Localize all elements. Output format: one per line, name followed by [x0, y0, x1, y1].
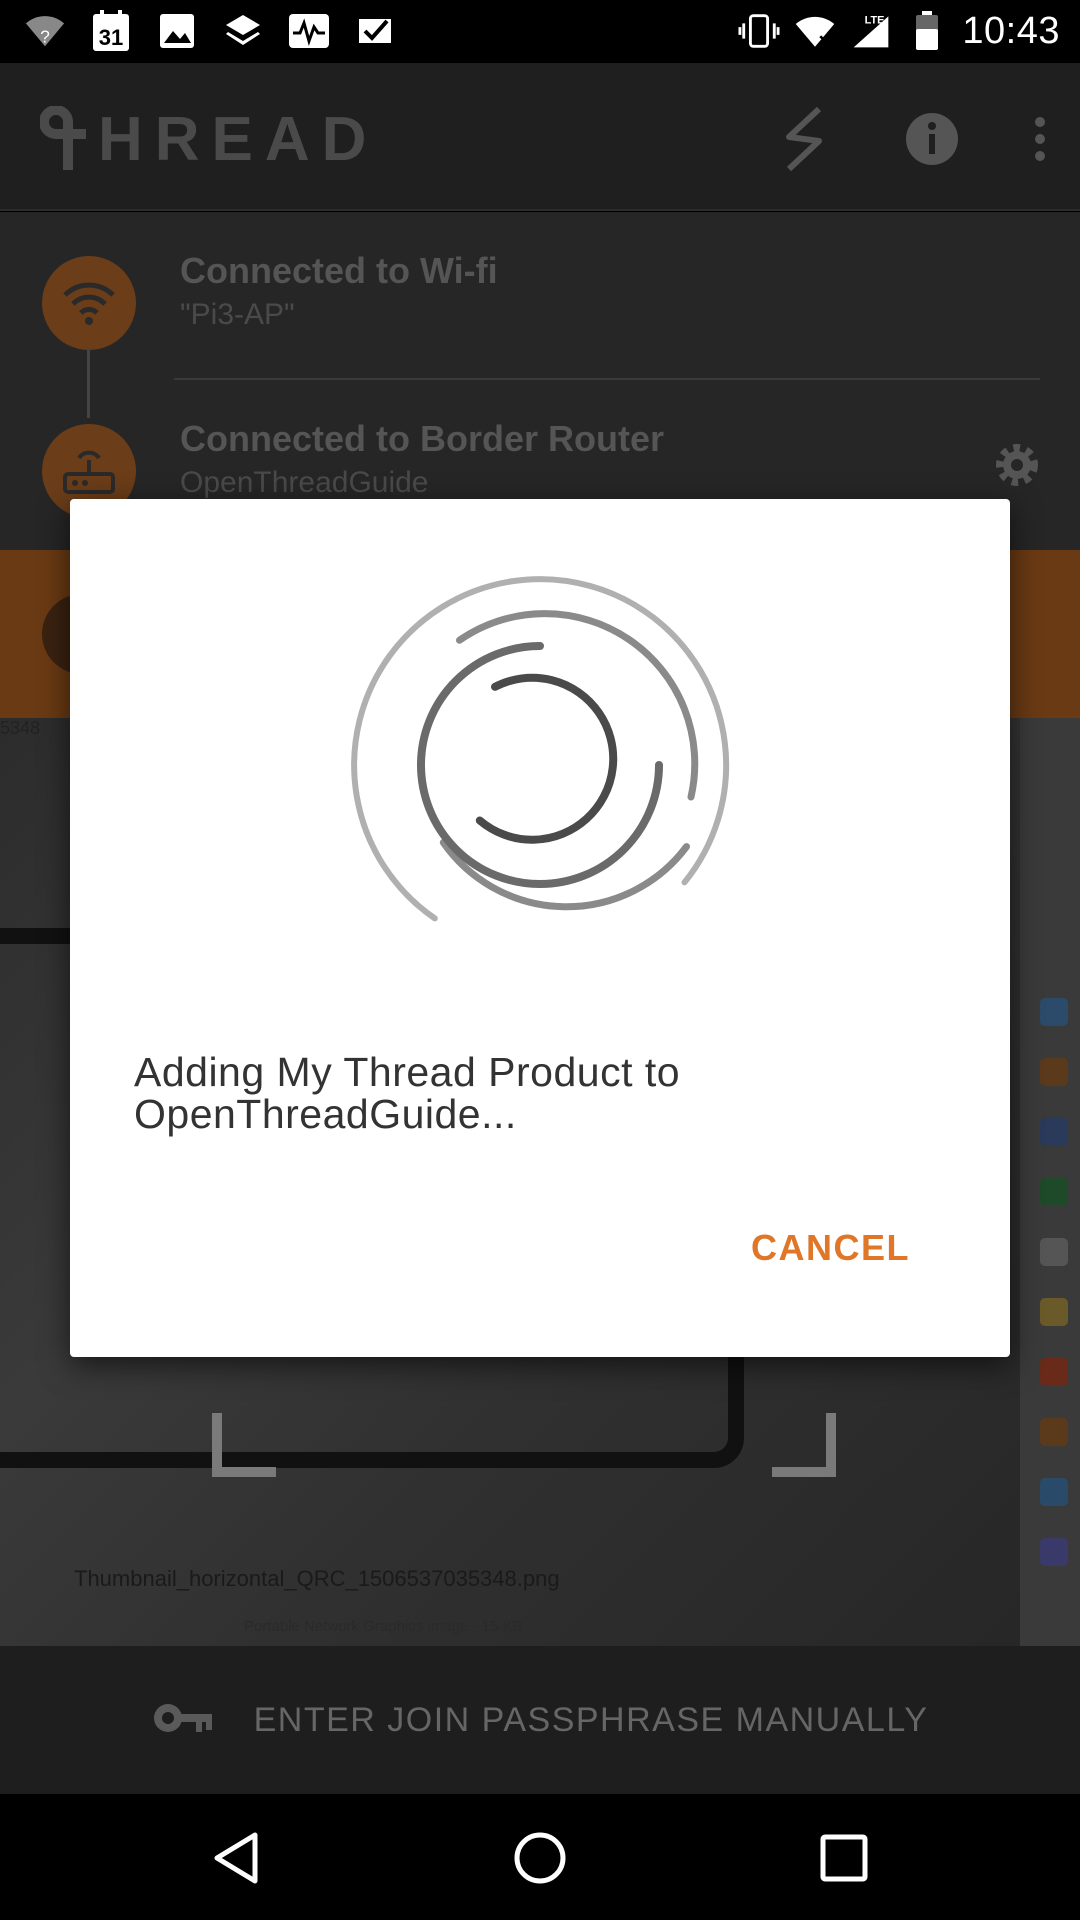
- key-icon: [152, 1700, 214, 1741]
- cancel-button[interactable]: CANCEL: [751, 1227, 910, 1269]
- flash-icon[interactable]: [764, 99, 844, 179]
- dock-app-icon: [1040, 1178, 1068, 1206]
- scan-frame-corner-bl: [212, 1413, 276, 1477]
- preview-file-info: Portable Network Graphics image - 15 KB: [244, 1618, 523, 1635]
- navigation-bar: [0, 1794, 1080, 1920]
- calendar-day-text: 31: [99, 25, 123, 50]
- home-icon[interactable]: [506, 1824, 574, 1892]
- wifi-connection-subtitle: "Pi3-AP": [180, 298, 295, 331]
- network-type-text: LTE: [865, 15, 885, 27]
- back-icon[interactable]: [202, 1824, 270, 1892]
- app-bar: HREAD: [0, 63, 1080, 211]
- border-router-title: Connected to Border Router: [180, 418, 665, 459]
- dialog-message: Adding My Thread Product to OpenThreadGu…: [134, 1049, 681, 1137]
- loading-spinner-icon: [351, 576, 730, 922]
- preview-filename: Thumbnail_horizontal_QRC_1506537035348.p…: [74, 1566, 560, 1591]
- thread-logo: HREAD: [40, 103, 378, 175]
- divider: [174, 378, 1040, 380]
- recents-icon[interactable]: [810, 1824, 878, 1892]
- info-icon[interactable]: [892, 99, 972, 179]
- wifi-status-icon: [42, 256, 136, 350]
- wifi-icon: [794, 10, 836, 52]
- dock-app-icon: [1040, 1238, 1068, 1266]
- svg-text:?: ?: [40, 26, 50, 46]
- logo-text: HREAD: [98, 104, 379, 174]
- dock-app-icon: [1040, 1478, 1068, 1506]
- status-bar: ? 31 LTE 10:43: [0, 0, 1080, 63]
- check-icon: [354, 10, 396, 52]
- enter-passphrase-button[interactable]: ENTER JOIN PASSPHRASE MANUALLY: [0, 1646, 1080, 1794]
- calendar-icon: 31: [90, 10, 132, 52]
- dock-app-icon: [1040, 1358, 1068, 1386]
- preview-text-fragment: 5348: [0, 718, 41, 738]
- activity-icon: [288, 10, 330, 52]
- dock-app-icon: [1040, 1418, 1068, 1446]
- border-router-subtitle: OpenThreadGuide: [180, 466, 429, 499]
- scan-frame-corner-br: [772, 1413, 836, 1477]
- enter-passphrase-label: ENTER JOIN PASSPHRASE MANUALLY: [253, 1700, 929, 1739]
- dock-app-icon: [1040, 1538, 1068, 1566]
- more-vert-icon[interactable]: [1020, 99, 1060, 179]
- wifi-unknown-icon: ?: [24, 10, 66, 52]
- clock-time: 10:43: [962, 9, 1060, 52]
- signal-icon: LTE: [850, 10, 892, 52]
- dock-app-icon: [1040, 1298, 1068, 1326]
- layers-icon: [222, 10, 264, 52]
- dock-app-icon: [1040, 998, 1068, 1026]
- vibrate-icon: [738, 10, 780, 52]
- wifi-connection-title: Connected to Wi-fi: [180, 250, 498, 291]
- image-icon: [156, 10, 198, 52]
- adding-product-dialog: Adding My Thread Product to OpenThreadGu…: [70, 499, 1010, 1357]
- gear-icon[interactable]: [990, 438, 1044, 497]
- dock-app-icon: [1040, 1058, 1068, 1086]
- preview-dock: [1020, 718, 1080, 1646]
- thread-logo-icon: [40, 106, 86, 170]
- dock-app-icon: [1040, 1118, 1068, 1146]
- connection-link-line: [87, 348, 90, 418]
- battery-icon: [906, 10, 948, 52]
